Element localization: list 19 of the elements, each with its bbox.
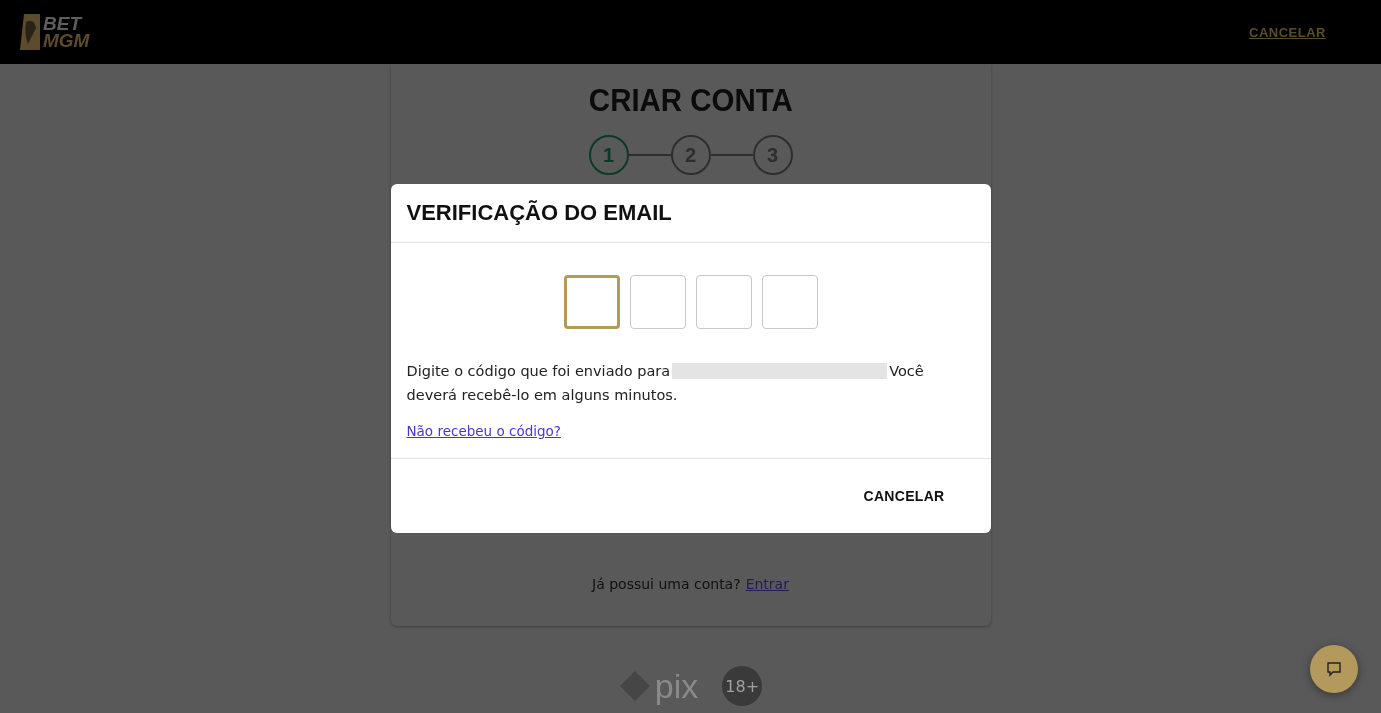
code-digit-field[interactable] xyxy=(629,275,686,329)
login-prompt: Já possui uma conta? xyxy=(592,576,741,592)
logo-text: BET xyxy=(43,15,84,32)
code-digit-field[interactable] xyxy=(761,275,818,329)
code-digit-field[interactable] xyxy=(695,275,752,329)
logo-text: MGM xyxy=(43,32,90,49)
age-badge: 18+ xyxy=(722,666,763,706)
step-indicator: 1 xyxy=(588,135,629,175)
code-digit-field[interactable] xyxy=(563,275,620,329)
lion-logo-icon xyxy=(20,14,40,50)
cancel-button[interactable]: CANCELAR xyxy=(857,487,951,505)
chat-button[interactable] xyxy=(1310,645,1358,693)
instruction-text: Digite o código que foi enviado para xyxy=(406,362,671,381)
dialog-title: VERIFICAÇÃO DO EMAIL xyxy=(390,184,991,243)
instruction-text: deverá recebê-lo em alguns minutos. xyxy=(406,386,678,405)
instruction-text: Você xyxy=(889,362,924,381)
chat-bubble-icon xyxy=(1326,661,1342,677)
resend-code-link[interactable]: Não recebeu o código? xyxy=(406,423,561,439)
page-title: CRIAR CONTA xyxy=(588,82,793,119)
